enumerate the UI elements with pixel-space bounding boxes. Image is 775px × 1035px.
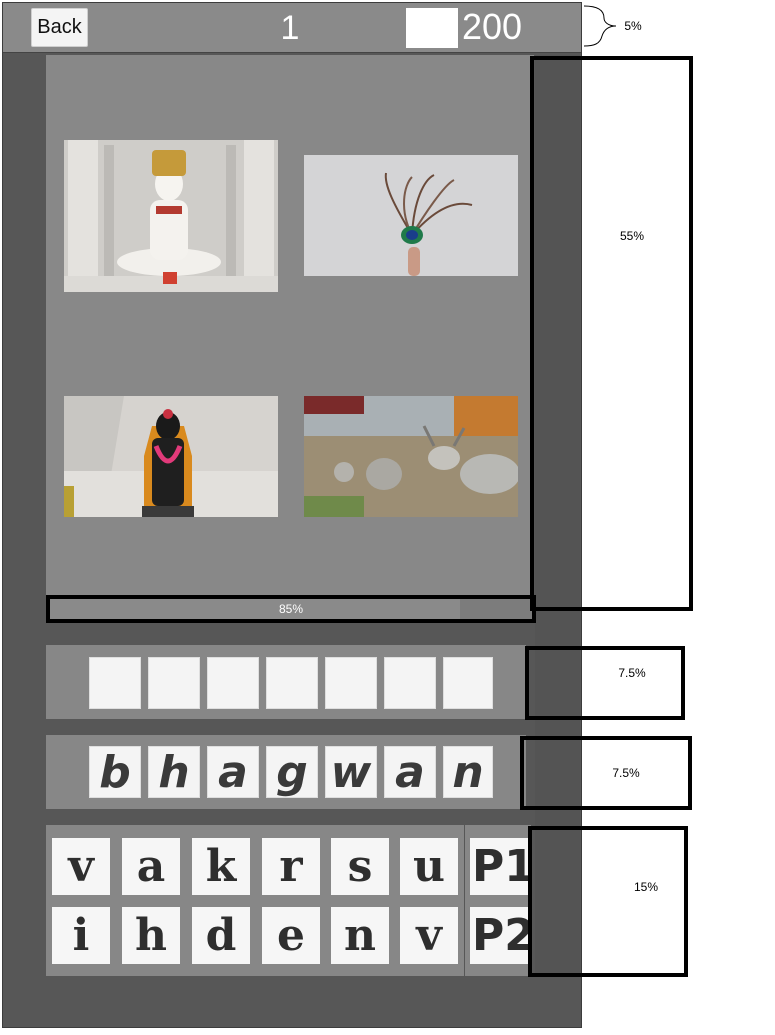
keyboard-annotation-box — [528, 826, 688, 977]
hint-letter[interactable]: n — [443, 746, 493, 798]
answer-annotation-label: 7.5% — [618, 666, 646, 680]
keyboard-key[interactable]: v — [400, 907, 458, 964]
hint-letter[interactable]: w — [325, 746, 377, 798]
answer-slot[interactable] — [384, 657, 436, 709]
top-bar-annotation-label: 5% — [624, 19, 642, 33]
answer-slot[interactable] — [443, 657, 493, 709]
answer-annotation-box — [525, 646, 685, 720]
images-annotation-label: 55% — [619, 229, 645, 243]
answer-slot[interactable] — [266, 657, 318, 709]
keyboard-key[interactable]: u — [400, 838, 458, 895]
peacock-feather-picture[interactable] — [304, 155, 518, 276]
keyboard-key[interactable]: s — [331, 838, 389, 895]
powerup-p2-button[interactable]: P2 — [470, 907, 528, 964]
keyboard-key[interactable]: e — [262, 907, 320, 964]
keyboard-key[interactable]: v — [52, 838, 110, 895]
cattle-picture[interactable] — [304, 396, 518, 517]
answer-slot[interactable] — [325, 657, 377, 709]
powerup-p1-button[interactable]: P1 — [470, 838, 528, 895]
coin-count: 200 — [462, 6, 523, 47]
keyboard-key[interactable]: i — [52, 907, 110, 964]
answer-slot[interactable] — [89, 657, 141, 709]
keyboard-key[interactable]: k — [192, 838, 250, 895]
images-annotation-box — [530, 56, 693, 611]
top-bar-annotation-brace — [582, 4, 622, 48]
hint-letter[interactable]: a — [207, 746, 259, 798]
hint-letter[interactable]: a — [384, 746, 436, 798]
keyboard-key[interactable]: h — [122, 907, 180, 964]
coin-icon — [406, 8, 458, 48]
answer-slot[interactable] — [207, 657, 259, 709]
progress-label: 85% — [278, 602, 304, 616]
hint-annotation-label: 7.5% — [612, 766, 640, 780]
hint-letter[interactable]: b — [89, 746, 141, 798]
keyboard-key[interactable]: n — [331, 907, 389, 964]
hint-letter[interactable]: h — [148, 746, 200, 798]
progress-bar: 85% — [46, 595, 536, 623]
keyboard-key[interactable]: d — [192, 907, 250, 964]
level-number: 1 — [280, 8, 300, 47]
hint-letter[interactable]: g — [266, 746, 318, 798]
back-button[interactable]: Back — [31, 8, 88, 47]
keyboard-key[interactable]: r — [262, 838, 320, 895]
answer-slot[interactable] — [148, 657, 200, 709]
jain-idol-picture[interactable] — [64, 140, 278, 292]
keyboard-annotation-label: 15% — [633, 880, 659, 894]
black-deity-picture[interactable] — [64, 396, 278, 517]
keyboard-key[interactable]: a — [122, 838, 180, 895]
